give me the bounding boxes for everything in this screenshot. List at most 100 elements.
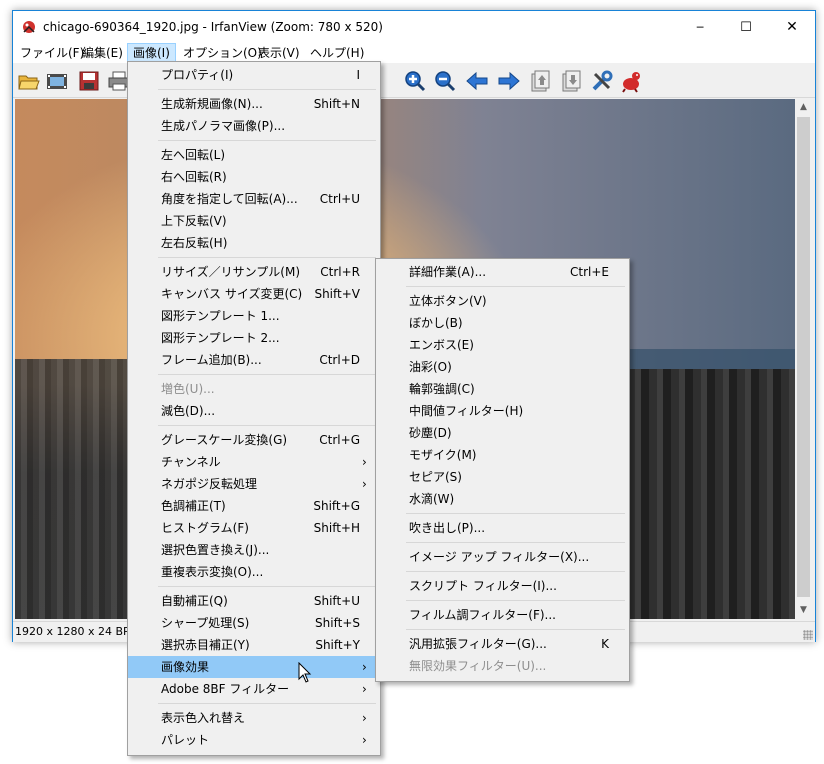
scrollbar-thumb[interactable] <box>797 117 810 597</box>
menu-item-label: 水滴(W) <box>409 492 455 506</box>
image-menu-menu-item-0-i[interactable]: プロパティ(I) I <box>128 64 380 86</box>
last-file-icon[interactable] <box>559 69 583 93</box>
previous-icon[interactable] <box>465 69 489 93</box>
effects-menu-menu-item-11-w[interactable]: 水滴(W) <box>376 488 629 510</box>
image-menu-menu-item-24-f[interactable]: ヒストグラム(F) Shift+H <box>128 517 380 539</box>
image-menu-separator <box>158 586 376 587</box>
menu-edit[interactable]: 編集(E) <box>77 43 128 63</box>
image-menu-menu-item-9-h[interactable]: 左右反転(H) <box>128 232 380 254</box>
effects-menu-menu-item-4-e[interactable]: エンボス(E) <box>376 334 629 356</box>
effects-menu-menu-item-5-o[interactable]: 油彩(O) <box>376 356 629 378</box>
irfanview-app-icon <box>21 19 37 35</box>
vertical-scrollbar[interactable]: ▲ ▼ <box>795 99 812 619</box>
effects-menu-menu-item-21-g[interactable]: 汎用拡張フィルター(G)... K <box>376 633 629 655</box>
image-menu-menu-item-35[interactable]: パレット › <box>128 729 380 751</box>
image-menu-menu-item-30-y[interactable]: 選択赤目補正(Y) Shift+Y <box>128 634 380 656</box>
minimize-button[interactable]: ─ <box>677 11 723 43</box>
effects-menu-menu-item-15-x[interactable]: イメージ アップ フィルター(X)... <box>376 546 629 568</box>
menu-help[interactable]: ヘルプ(H) <box>305 43 369 63</box>
effects-menu-menu-item-10-s[interactable]: セピア(S) <box>376 466 629 488</box>
image-menu-menu-item-26-o[interactable]: 重複表示変換(O)... <box>128 561 380 583</box>
submenu-arrow-icon: › <box>362 455 367 469</box>
image-menu-menu-item-34[interactable]: 表示色入れ替え › <box>128 707 380 729</box>
image-menu-separator <box>158 703 376 704</box>
effects-menu-separator <box>406 629 625 630</box>
menu-item-label: 選択赤目補正(Y) <box>161 638 250 652</box>
image-menu-menu-item-11-m[interactable]: リサイズ／リサンプル(M) Ctrl+R <box>128 261 380 283</box>
zoom-in-icon[interactable] <box>403 69 427 93</box>
menu-item-label: 表示色入れ替え <box>161 711 246 725</box>
image-menu-menu-item-12-c[interactable]: キャンバス サイズ変更(C) Shift+V <box>128 283 380 305</box>
close-button[interactable]: ✕ <box>769 11 815 43</box>
effects-menu-menu-item-19-f[interactable]: フィルム調フィルター(F)... <box>376 604 629 626</box>
image-menu-menu-item-22[interactable]: ネガポジ反転処理 › <box>128 473 380 495</box>
scroll-down-icon[interactable]: ▼ <box>795 602 812 619</box>
effects-menu-menu-item-2-v[interactable]: 立体ボタン(V) <box>376 290 629 312</box>
image-menu-menu-item-18-d[interactable]: 減色(D)... <box>128 400 380 422</box>
menu-item-label: 左右反転(H) <box>161 236 228 250</box>
menu-item-label: 油彩(O) <box>409 360 452 374</box>
image-menu-menu-item-23-t[interactable]: 色調補正(T) Shift+G <box>128 495 380 517</box>
image-menu-menu-item-31[interactable]: 画像効果 › <box>128 656 380 678</box>
maximize-icon: ☐ <box>740 19 752 35</box>
image-menu-dropdown: プロパティ(I) I 生成新規画像(N)... Shift+N 生成パノラマ画像(P).… <box>127 61 381 756</box>
menu-item-label: 立体ボタン(V) <box>409 294 487 308</box>
image-menu-menu-item-21[interactable]: チャンネル › <box>128 451 380 473</box>
zoom-out-icon[interactable] <box>433 69 457 93</box>
effects-menu-menu-item-7-h[interactable]: 中間値フィルター(H) <box>376 400 629 422</box>
image-menu-menu-item-29-s[interactable]: シャープ処理(S) Shift+S <box>128 612 380 634</box>
image-menu-menu-item-5-l[interactable]: 左へ回転(L) <box>128 144 380 166</box>
image-menu-menu-item-17-u: 増色(U)... <box>128 378 380 400</box>
slideshow-icon[interactable] <box>45 69 69 93</box>
image-menu-menu-item-2-n[interactable]: 生成新規画像(N)... Shift+N <box>128 93 380 115</box>
effects-menu-menu-item-8-d[interactable]: 砂塵(D) <box>376 422 629 444</box>
menu-item-label: 砂塵(D) <box>409 426 452 440</box>
menu-item-label: 輪郭強調(C) <box>409 382 475 396</box>
effects-menu-menu-item-9-m[interactable]: モザイク(M) <box>376 444 629 466</box>
image-menu-separator <box>158 89 376 90</box>
options-icon[interactable] <box>590 69 614 93</box>
image-menu-menu-item-13-1[interactable]: 図形テンプレート 1... <box>128 305 380 327</box>
effects-menu-menu-item-13-p[interactable]: 吹き出し(P)... <box>376 517 629 539</box>
open-icon[interactable] <box>17 69 41 93</box>
minimize-icon: ─ <box>696 20 704 34</box>
resize-grip-icon[interactable] <box>803 630 813 640</box>
menu-item-label: 吹き出し(P)... <box>409 521 486 535</box>
menu-image[interactable]: 画像(I) <box>127 43 176 63</box>
image-menu-separator <box>158 140 376 141</box>
image-menu-menu-item-3-p[interactable]: 生成パノラマ画像(P)... <box>128 115 380 137</box>
menu-item-shortcut: I <box>356 68 360 82</box>
title-bar[interactable]: chicago-690364_1920.jpg - IrfanView (Zoo… <box>13 11 815 43</box>
image-menu-menu-item-32-adobe-8bf[interactable]: Adobe 8BF フィルター › <box>128 678 380 700</box>
menu-item-shortcut: Shift+Y <box>315 638 360 652</box>
image-menu-menu-item-25-j[interactable]: 選択色置き換え(J)... <box>128 539 380 561</box>
image-menu-menu-item-28-q[interactable]: 自動補正(Q) Shift+U <box>128 590 380 612</box>
window-title: chicago-690364_1920.jpg - IrfanView (Zoo… <box>43 20 383 34</box>
scroll-up-icon[interactable]: ▲ <box>795 99 812 116</box>
image-menu-menu-item-8-v[interactable]: 上下反転(V) <box>128 210 380 232</box>
menu-item-label: 右へ回転(R) <box>161 170 227 184</box>
image-menu-menu-item-7-a[interactable]: 角度を指定して回転(A)... Ctrl+U <box>128 188 380 210</box>
city-buildings-left <box>15 359 145 619</box>
image-menu-menu-item-6-r[interactable]: 右へ回転(R) <box>128 166 380 188</box>
effects-menu-menu-item-17-i[interactable]: スクリプト フィルター(I)... <box>376 575 629 597</box>
effects-menu-menu-item-3-b[interactable]: ぼかし(B) <box>376 312 629 334</box>
menu-item-shortcut: Shift+S <box>315 616 360 630</box>
image-menu-menu-item-15-b[interactable]: フレーム追加(B)... Ctrl+D <box>128 349 380 371</box>
save-icon[interactable] <box>77 69 101 93</box>
menu-item-shortcut: Ctrl+R <box>320 265 360 279</box>
next-icon[interactable] <box>497 69 521 93</box>
image-menu-menu-item-20-g[interactable]: グレースケール変換(G) Ctrl+G <box>128 429 380 451</box>
mouse-cursor-icon <box>298 661 312 684</box>
effects-menu-menu-item-0-a[interactable]: 詳細作業(A)... Ctrl+E <box>376 261 629 283</box>
image-menu-menu-item-14-2[interactable]: 図形テンプレート 2... <box>128 327 380 349</box>
menu-item-label: 選択色置き換え(J)... <box>161 543 270 557</box>
first-file-icon[interactable] <box>528 69 552 93</box>
menu-item-shortcut: Shift+U <box>313 594 360 608</box>
maximize-button[interactable]: ☐ <box>723 11 769 43</box>
menu-view[interactable]: 表示(V) <box>253 43 305 63</box>
about-icon[interactable] <box>619 69 643 93</box>
effects-menu-menu-item-6-c[interactable]: 輪郭強調(C) <box>376 378 629 400</box>
menu-item-shortcut: Shift+G <box>313 499 360 513</box>
image-menu-separator <box>158 257 376 258</box>
